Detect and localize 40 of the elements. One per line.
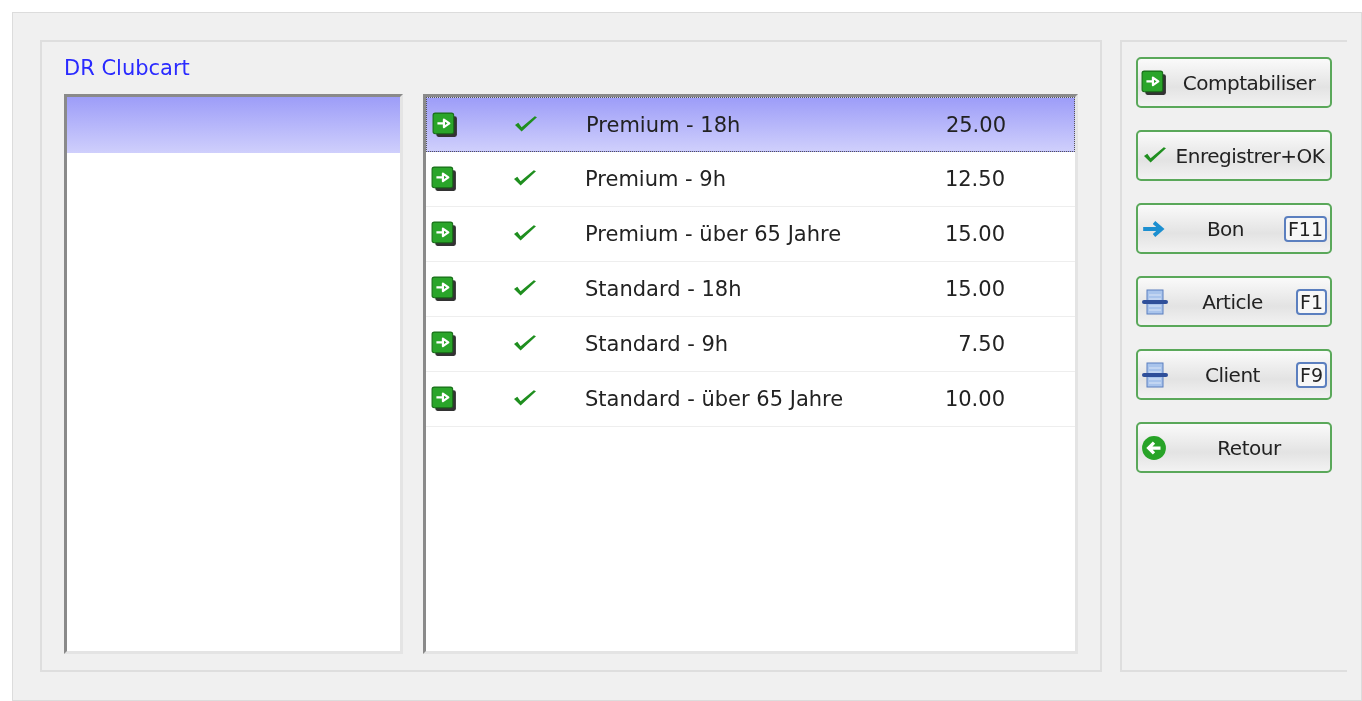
shortcut-key: F9 (1295, 361, 1327, 388)
tariff-row[interactable]: Premium - über 65 Jahre 15.00 (426, 207, 1075, 262)
tariff-name: Premium - 18h (586, 112, 742, 137)
panel-title: DR Clubcart (64, 56, 191, 82)
action-button[interactable]: Bon F11 (1136, 203, 1332, 254)
back-icon (1141, 434, 1167, 461)
tariff-price: 25.00 (944, 112, 1006, 137)
shortcut-key: F11 (1283, 215, 1327, 242)
action-button[interactable]: Comptabiliser (1136, 57, 1332, 108)
arrow-box-icon (431, 386, 457, 412)
category-list[interactable] (64, 94, 403, 654)
tariff-price: 10.00 (943, 387, 1005, 411)
scanner-icon (1141, 360, 1169, 389)
action-button[interactable]: Article F1 (1136, 276, 1332, 327)
tariff-price: 7.50 (957, 332, 1005, 356)
arrow-box-icon (432, 111, 458, 138)
arrow-box-icon (431, 331, 457, 357)
tariff-row[interactable]: Standard - 9h 7.50 (426, 317, 1075, 372)
tariff-name: Standard - 18h (585, 277, 743, 301)
tariff-price: 15.00 (943, 277, 1005, 301)
tariff-name: Standard - 9h (585, 332, 730, 356)
arrow-box-icon (431, 276, 457, 302)
tariff-price: 12.50 (943, 167, 1005, 191)
action-button[interactable]: Retour (1136, 422, 1332, 473)
tariff-name: Standard - über 65 Jahre (585, 387, 845, 411)
tariff-row[interactable]: Standard - über 65 Jahre 10.00 (426, 372, 1075, 427)
tariff-price: 15.00 (943, 222, 1005, 246)
action-button[interactable]: Enregistrer+OK (1136, 130, 1332, 181)
tariff-row[interactable]: Premium - 18h 25.00 (426, 97, 1075, 152)
tariff-name: Premium - über 65 Jahre (585, 222, 843, 246)
action-button[interactable]: Client F9 (1136, 349, 1332, 400)
shortcut-key: F1 (1295, 288, 1327, 315)
scanner-icon (1141, 287, 1169, 316)
tariff-row[interactable]: Standard - 18h 15.00 (426, 262, 1075, 317)
tariff-name: Premium - 9h (585, 167, 728, 191)
arrow-box-icon (431, 166, 457, 192)
tariff-row[interactable]: Premium - 9h 12.50 (426, 152, 1075, 207)
arrow-box-icon (1141, 69, 1167, 96)
list-item[interactable] (67, 97, 400, 153)
arrow-box-icon (431, 221, 457, 247)
